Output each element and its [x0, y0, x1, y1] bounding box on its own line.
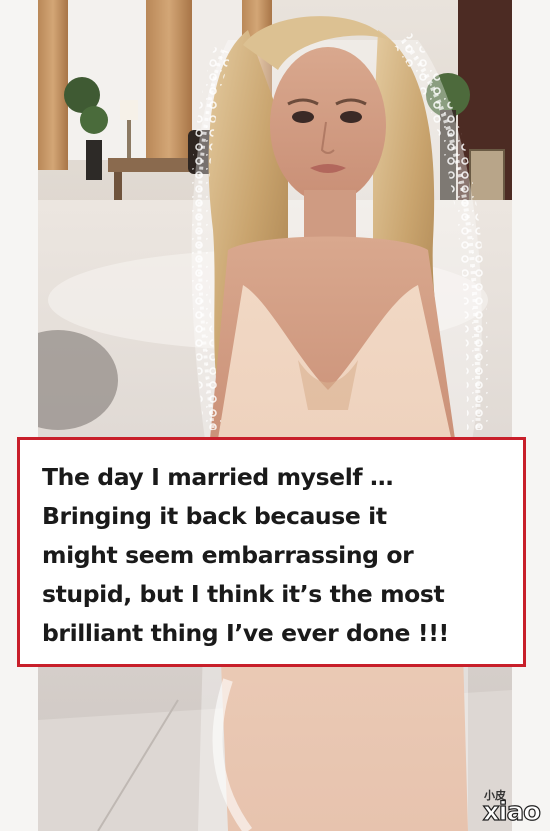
caption-line-4: stupid, but I think it’s the most — [42, 580, 445, 608]
face — [270, 47, 386, 203]
caption-box: The day I married myself … Bringing it b… — [17, 437, 526, 667]
caption-line-3: might seem embarrassing or — [42, 541, 414, 569]
curtain-center — [146, 0, 192, 165]
curtain-left — [38, 0, 68, 170]
caption-line-1: The day I married myself … — [42, 463, 394, 491]
photo-illustration — [38, 0, 512, 831]
watermark-big-text: xiao — [482, 796, 541, 827]
photo-frame: The day I married myself … Bringing it b… — [0, 0, 550, 831]
watermark: 小皮 xiao — [448, 787, 541, 828]
caption-line-5: brilliant thing I’ve ever done !!! — [42, 619, 449, 647]
photo — [38, 0, 512, 831]
caption-line-2: Bringing it back because it — [42, 502, 387, 530]
right-margin — [512, 0, 550, 831]
left-margin — [0, 0, 38, 831]
